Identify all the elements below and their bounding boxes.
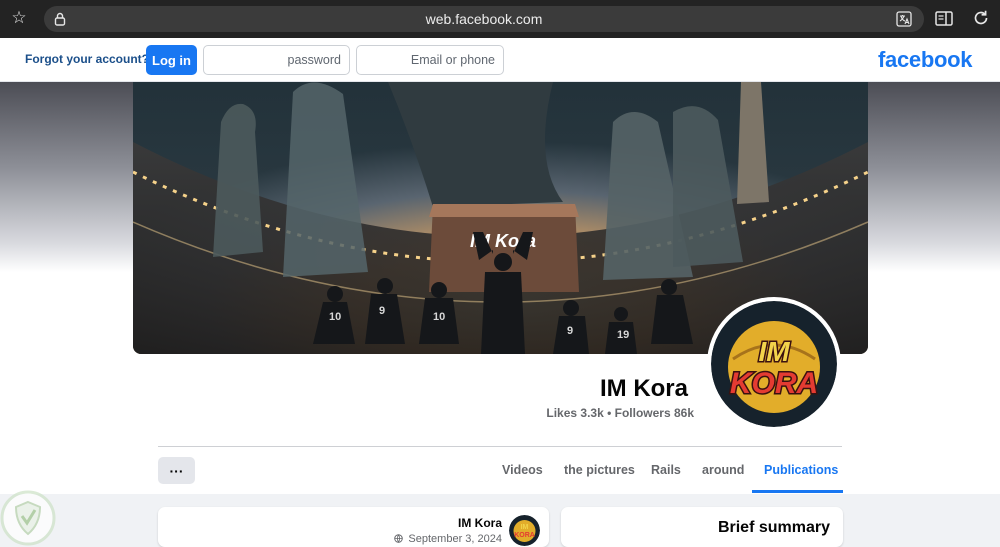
translate-icon[interactable]	[896, 11, 912, 27]
tab-pictures[interactable]: the pictures	[564, 463, 635, 477]
tab-around[interactable]: around	[702, 463, 744, 477]
reader-mode-icon[interactable]	[935, 11, 953, 26]
post-avatar-text-top: IM	[521, 524, 529, 531]
address-bar[interactable]: web.facebook.com	[44, 6, 924, 32]
avatar-text-bottom: KORA	[730, 367, 818, 400]
active-tab-indicator	[752, 490, 843, 493]
tab-videos[interactable]: Videos	[502, 463, 543, 477]
post-avatar-text-bottom: KORA	[514, 532, 535, 539]
password-field[interactable]	[203, 45, 350, 75]
post-author-avatar[interactable]: IM KORA	[509, 515, 540, 546]
post-author[interactable]: IM Kora	[458, 516, 502, 530]
page-stats: Likes 3.3k • Followers 86k	[546, 406, 694, 420]
svg-text:9: 9	[567, 325, 573, 337]
reload-icon[interactable]	[972, 9, 990, 27]
summary-card: Brief summary	[561, 507, 843, 547]
more-options-button[interactable]: ···	[158, 457, 195, 484]
summary-title: Brief summary	[717, 519, 830, 536]
svg-text:10: 10	[433, 311, 445, 323]
forgot-account-link[interactable]: Forgot your account?	[25, 52, 149, 66]
post-date-text: September 3, 2024	[408, 533, 502, 545]
svg-text:10: 10	[329, 311, 341, 323]
url-text: web.facebook.com	[425, 11, 543, 27]
browser-toolbar: ☆ web.facebook.com	[0, 0, 1000, 38]
post-card: IM Kora September 3, 2024 IM KORA	[158, 507, 549, 547]
post-date[interactable]: September 3, 2024	[394, 533, 502, 545]
facebook-header: Forgot your account? Log in facebook	[0, 38, 1000, 82]
svg-text:19: 19	[617, 329, 629, 341]
login-button[interactable]: Log in	[146, 45, 197, 75]
shield-watermark-icon	[0, 490, 56, 546]
email-field[interactable]	[356, 45, 504, 75]
section-divider	[158, 446, 842, 447]
facebook-logo[interactable]: facebook	[878, 47, 972, 73]
globe-icon	[394, 534, 404, 543]
tab-rails[interactable]: Rails	[651, 463, 681, 477]
page-title: IM Kora	[599, 375, 688, 402]
tab-publications[interactable]: Publications	[764, 463, 838, 477]
bookmark-star-icon[interactable]: ☆	[10, 9, 28, 27]
profile-avatar[interactable]: IM KORA	[707, 297, 841, 431]
svg-text:9: 9	[379, 305, 385, 317]
avatar-text-top: IM	[758, 336, 790, 367]
